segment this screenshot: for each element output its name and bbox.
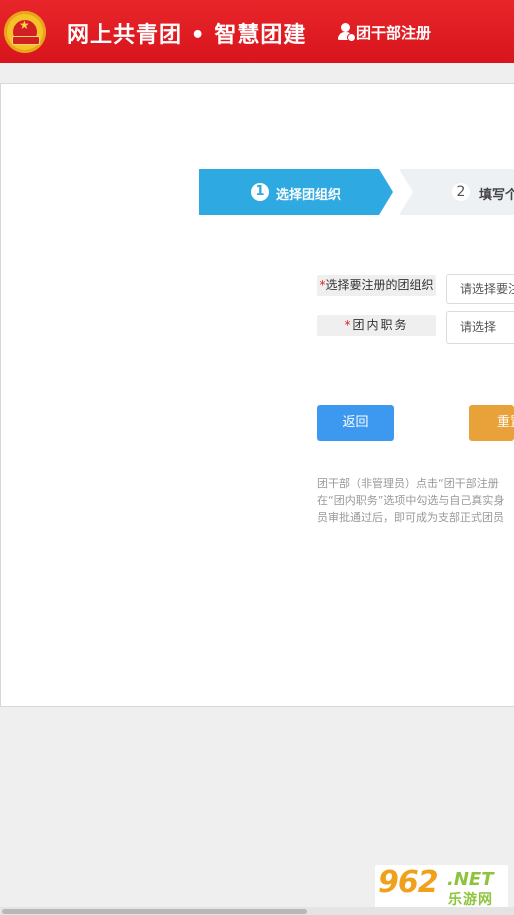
watermark-net: .NET — [447, 869, 494, 890]
position-label: *团内职务 — [317, 315, 436, 336]
registration-note: 团干部（非管理员）点击“团干部注册 在“团内职务”选项中勾选与自己真实身 员审批… — [317, 475, 514, 527]
step-2-label: 填写个 — [479, 188, 514, 203]
org-select-label: *选择要注册的团组织 — [317, 275, 436, 296]
step-1: 1 选择团组织 — [199, 169, 393, 215]
step-indicator: 1 选择团组织 2 填写个 — [199, 169, 514, 215]
note-line: 员审批通过后，即可成为支部正式团员 — [317, 511, 504, 524]
reset-button[interactable]: 重置 — [469, 405, 514, 441]
step-2: 2 填写个 — [399, 169, 514, 215]
watermark-cn: 乐游网 — [448, 892, 493, 908]
org-select-label-text: 选择要注册的团组织 — [325, 278, 434, 292]
position-label-text: 团内职务 — [352, 318, 409, 332]
step-1-label: 选择团组织 — [276, 188, 342, 203]
horizontal-scrollbar-thumb[interactable] — [2, 909, 307, 914]
step-2-number: 2 — [452, 183, 470, 201]
note-line: 在“团内职务”选项中勾选与自己真实身 — [317, 494, 505, 507]
cadre-register-label: 团干部注册 — [356, 24, 432, 42]
watermark-number: 962 — [378, 865, 439, 900]
position-select[interactable]: 请选择 — [446, 311, 514, 344]
user-register-icon — [338, 23, 356, 42]
note-line: 团干部（非管理员）点击“团干部注册 — [317, 477, 499, 490]
app-header: ★ 网上共青团 • 智慧团建 团干部注册 — [0, 0, 514, 63]
youth-league-logo-icon: ★ — [4, 11, 46, 53]
site-watermark: 962 .NET 乐游网 — [375, 865, 508, 909]
org-select-input[interactable]: 请选择要注 — [446, 274, 514, 304]
back-button[interactable]: 返回 — [317, 405, 394, 441]
site-title: 网上共青团 • 智慧团建 — [67, 23, 307, 48]
cadre-register-link[interactable]: 团干部注册 — [338, 22, 431, 43]
step-1-number: 1 — [251, 183, 269, 201]
